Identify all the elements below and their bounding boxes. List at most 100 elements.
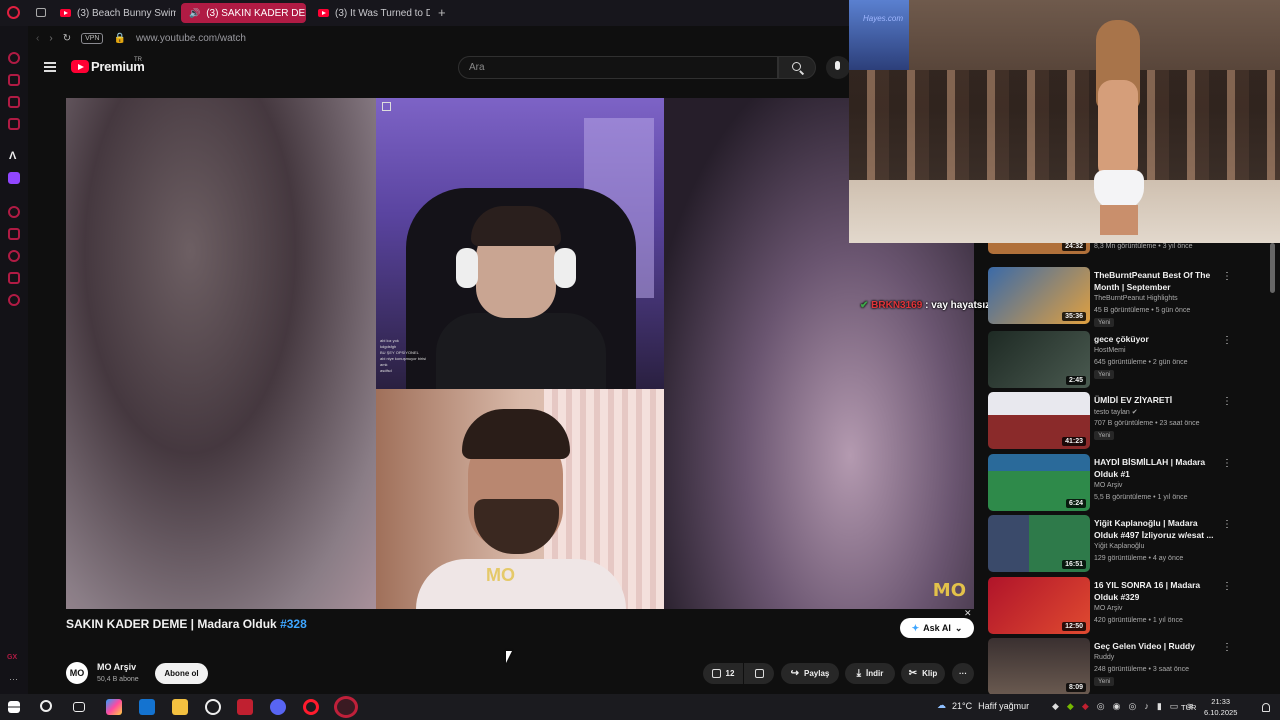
- arc-icon[interactable]: Ʌ: [9, 150, 16, 162]
- channel-name[interactable]: testo taylan ✔: [1094, 408, 1138, 416]
- video-thumbnail[interactable]: 6:24: [988, 454, 1090, 511]
- outlook-icon[interactable]: [139, 699, 155, 715]
- video-title[interactable]: gece çöküyor: [1094, 333, 1218, 345]
- tab-turned-to-dust[interactable]: (3) It Was Turned to Dust: [310, 3, 430, 23]
- more-vert-icon[interactable]: ⋮: [1222, 519, 1232, 530]
- video-title[interactable]: Yiğit Kaplanoğlu | Madara Olduk #497 İzl…: [1094, 517, 1218, 541]
- display-icon[interactable]: ▭: [1170, 701, 1179, 712]
- ask-ai-button[interactable]: ✦ Ask AI ⌄: [900, 618, 974, 638]
- new-tab-button[interactable]: +: [438, 5, 446, 20]
- more-vert-icon[interactable]: ⋮: [1222, 335, 1232, 346]
- app-icon[interactable]: [205, 699, 221, 715]
- list-item[interactable]: 8:09 Geç Gelen Video | Ruddy Ruddy 248 g…: [988, 638, 1238, 694]
- opera-gx-icon[interactable]: [334, 696, 358, 718]
- volume-icon[interactable]: ♪: [1144, 701, 1149, 712]
- clip-button[interactable]: ✂ Klip: [901, 663, 945, 684]
- messenger-icon[interactable]: [8, 96, 20, 108]
- video-title[interactable]: ÜMİDİ EV ZİYARETİ: [1094, 394, 1218, 406]
- list-item[interactable]: 12:50 16 YIL SONRA 16 | Madara Olduk #32…: [988, 577, 1238, 637]
- subscribe-button[interactable]: Abone ol: [155, 663, 208, 684]
- bookmarks-icon[interactable]: [8, 228, 20, 240]
- list-item[interactable]: 2:45 gece çöküyor HostMemi 645 görüntüle…: [988, 331, 1238, 391]
- vpn-badge[interactable]: VPN: [81, 32, 104, 44]
- steam-icon[interactable]: ◉: [1113, 701, 1121, 712]
- video-thumbnail[interactable]: 24:32: [988, 243, 1090, 254]
- expand-icon[interactable]: [382, 102, 391, 111]
- url-field[interactable]: www.youtube.com/watch: [136, 33, 246, 44]
- gx-icon[interactable]: GX: [7, 654, 17, 661]
- search-icon[interactable]: [40, 700, 52, 712]
- list-item[interactable]: 35:36 TheBurntPeanut Best Of The Month |…: [988, 267, 1238, 327]
- channel-name[interactable]: MO Arşiv: [97, 662, 136, 672]
- search-button[interactable]: [778, 56, 816, 79]
- list-item[interactable]: 16:51 Yiğit Kaplanoğlu | Madara Olduk #4…: [988, 515, 1238, 575]
- like-button[interactable]: 12: [703, 663, 743, 684]
- opera-icon[interactable]: [303, 699, 319, 715]
- tab-beach-bunny[interactable]: (3) Beach Bunny Swimwe: [52, 3, 176, 23]
- hamburger-menu-icon[interactable]: [44, 62, 56, 72]
- channel-name[interactable]: Yiğit Kaplanoğlu: [1094, 543, 1144, 550]
- channel-name[interactable]: Ruddy: [1094, 654, 1114, 661]
- video-thumbnail[interactable]: 8:09: [988, 638, 1090, 694]
- nvidia-icon[interactable]: ◆: [1067, 701, 1074, 712]
- video-thumbnail[interactable]: 12:50: [988, 577, 1090, 634]
- more-icon[interactable]: ···: [9, 674, 18, 684]
- search-input[interactable]: Ara: [458, 56, 778, 79]
- channel-name[interactable]: MO Arşiv: [1094, 605, 1122, 612]
- reload-icon[interactable]: ↻: [63, 33, 71, 44]
- app-icon[interactable]: [237, 699, 253, 715]
- video-thumbnail[interactable]: 16:51: [988, 515, 1090, 572]
- video-thumbnail[interactable]: 35:36: [988, 267, 1090, 324]
- close-icon[interactable]: ✕: [964, 608, 972, 619]
- channel-name[interactable]: TheBurntPeanut Highlights: [1094, 295, 1178, 302]
- opera-logo-icon[interactable]: [7, 6, 20, 19]
- dislike-button[interactable]: [744, 663, 774, 684]
- channel-name[interactable]: HostMemi: [1094, 347, 1126, 354]
- more-vert-icon[interactable]: ⋮: [1222, 458, 1232, 469]
- aria-icon[interactable]: [8, 52, 20, 64]
- video-hashtag[interactable]: #328: [280, 617, 307, 631]
- instagram-icon[interactable]: [8, 118, 20, 130]
- workspaces-icon[interactable]: [36, 8, 46, 17]
- language-indicator[interactable]: TUR: [1181, 703, 1196, 712]
- weather-widget[interactable]: ☁ 21°C Hafif yağmur: [937, 700, 1029, 711]
- more-vert-icon[interactable]: ⋮: [1222, 396, 1232, 407]
- notification-icon[interactable]: [1262, 703, 1270, 712]
- twitch-icon[interactable]: [8, 172, 20, 184]
- list-item[interactable]: 41:23 ÜMİDİ EV ZİYARETİ testo taylan ✔ 7…: [988, 392, 1238, 452]
- share-button[interactable]: ↪ Paylaş: [781, 663, 839, 684]
- send-icon[interactable]: [8, 272, 20, 284]
- more-vert-icon[interactable]: ⋮: [1222, 581, 1232, 592]
- app-tray-icon[interactable]: ◆: [1082, 701, 1089, 712]
- more-vert-icon[interactable]: ⋮: [1222, 271, 1232, 282]
- picture-in-picture-video[interactable]: Hayes.com: [849, 0, 1280, 243]
- microphone-icon[interactable]: ▮: [1157, 701, 1162, 712]
- video-thumbnail[interactable]: 2:45: [988, 331, 1090, 388]
- speaker-icon[interactable]: 🔊: [189, 8, 200, 19]
- download-button[interactable]: ⤓ İndir: [845, 663, 895, 684]
- opera-tray-icon[interactable]: ◎: [1128, 701, 1136, 712]
- shopping-icon[interactable]: [8, 74, 20, 86]
- file-explorer-icon[interactable]: [172, 699, 188, 715]
- avatar[interactable]: MO: [66, 662, 88, 684]
- voice-search-icon[interactable]: [826, 56, 850, 79]
- windows-start-icon[interactable]: [8, 701, 20, 713]
- more-vert-icon[interactable]: ⋮: [1222, 642, 1232, 653]
- list-item[interactable]: 6:24 HAYDİ BİSMİLLAH | Madara Olduk #1 M…: [988, 454, 1238, 514]
- settings-gear-icon[interactable]: [8, 294, 20, 306]
- channel-name[interactable]: MO Arşiv: [1094, 482, 1122, 489]
- youtube-logo-icon[interactable]: [71, 60, 89, 73]
- video-player[interactable]: abi kız yok kdgdsfgh BU ŞEY OPSİYONEL ab…: [66, 98, 974, 609]
- task-view-icon[interactable]: [73, 702, 85, 712]
- video-title[interactable]: HAYDİ BİSMİLLAH | Madara Olduk #1: [1094, 456, 1218, 480]
- video-title[interactable]: 16 YIL SONRA 16 | Madara Olduk #329: [1094, 579, 1218, 603]
- back-icon[interactable]: ‹: [36, 33, 39, 44]
- player-icon[interactable]: [8, 206, 20, 218]
- more-actions-button[interactable]: ···: [952, 663, 974, 684]
- copilot-icon[interactable]: [106, 699, 122, 715]
- video-title[interactable]: TheBurntPeanut Best Of The Month | Septe…: [1094, 269, 1218, 293]
- tab-sakin-kader[interactable]: 🔊 (3) SAKIN KADER DEM: [181, 3, 306, 23]
- list-item[interactable]: 24:32 8,3 Mn görüntüleme • 3 yıl önce: [988, 243, 1238, 257]
- video-thumbnail[interactable]: 41:23: [988, 392, 1090, 449]
- discord-icon[interactable]: [270, 699, 286, 715]
